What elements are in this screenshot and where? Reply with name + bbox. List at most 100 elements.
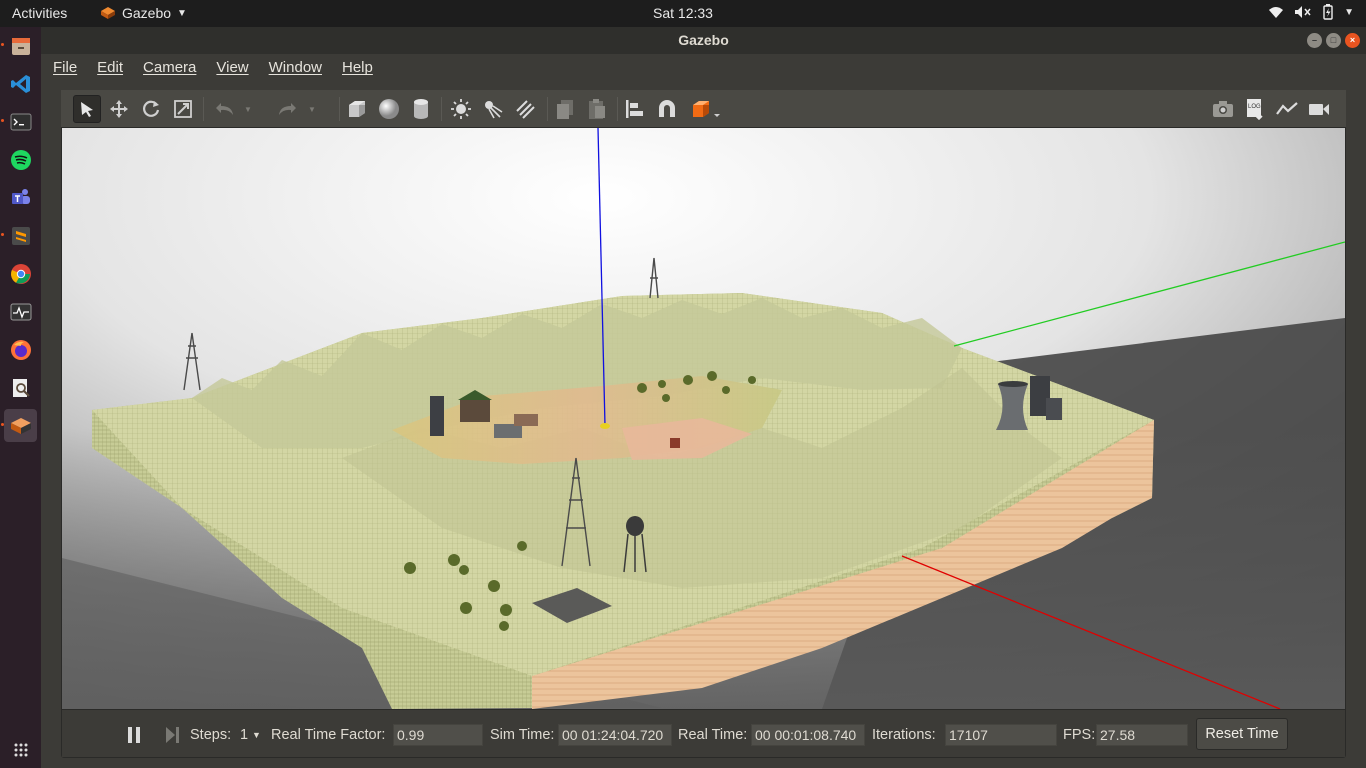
dock-firefox[interactable] bbox=[4, 333, 37, 366]
menu-edit[interactable]: Edit bbox=[97, 54, 135, 82]
toolbar-separator bbox=[441, 97, 442, 121]
point-light-icon bbox=[451, 99, 471, 119]
redo-button[interactable] bbox=[273, 95, 301, 123]
toolbar: ▼ ▼ LOG bbox=[61, 90, 1346, 128]
sublime-text-icon bbox=[11, 226, 30, 245]
paste-button[interactable] bbox=[583, 95, 611, 123]
dock-spotify[interactable] bbox=[4, 143, 37, 176]
terminal-icon bbox=[10, 113, 31, 130]
translate-mode-button[interactable] bbox=[105, 95, 133, 123]
dock-terminal[interactable] bbox=[4, 105, 37, 138]
pause-button[interactable] bbox=[124, 724, 144, 746]
step-button[interactable] bbox=[162, 724, 182, 746]
log-icon: LOG bbox=[1247, 99, 1263, 120]
volume-muted-icon bbox=[1295, 6, 1311, 18]
sphere-icon bbox=[379, 99, 399, 119]
menu-view[interactable]: View bbox=[216, 54, 260, 82]
show-applications-button[interactable] bbox=[4, 733, 37, 766]
app-grid-icon bbox=[14, 743, 27, 756]
step-forward-icon bbox=[166, 727, 179, 743]
sim-time-field[interactable]: 00 01:24:04.720 bbox=[558, 724, 672, 746]
status-bar: Steps: 1 ▼ Real Time Factor: 0.99 Sim Ti… bbox=[62, 709, 1345, 757]
system-tray[interactable]: ▼ bbox=[1268, 4, 1354, 20]
dock-sublime[interactable] bbox=[4, 219, 37, 252]
align-icon bbox=[626, 100, 643, 118]
launcher-dock bbox=[0, 27, 41, 768]
toolbar-separator bbox=[339, 97, 340, 121]
toolbar-separator bbox=[617, 97, 618, 121]
firefox-icon bbox=[10, 339, 31, 360]
dock-chrome[interactable] bbox=[4, 257, 37, 290]
insert-directional-light-button[interactable] bbox=[511, 95, 539, 123]
dock-teams[interactable] bbox=[4, 181, 37, 214]
iterations-field[interactable]: 17107 bbox=[945, 724, 1057, 746]
select-mode-button[interactable] bbox=[73, 95, 101, 123]
vscode-icon bbox=[10, 74, 30, 93]
real-time-field[interactable]: 00 00:01:08.740 bbox=[751, 724, 865, 746]
gazebo-icon bbox=[10, 417, 31, 434]
spotify-icon bbox=[10, 149, 31, 170]
screenshot-button[interactable] bbox=[1209, 95, 1237, 123]
toolbar-separator bbox=[203, 97, 204, 121]
fps-field[interactable]: 27.58 bbox=[1096, 724, 1188, 746]
video-record-button[interactable] bbox=[1305, 95, 1333, 123]
clock[interactable]: Sat 12:33 bbox=[653, 5, 713, 21]
close-button[interactable]: × bbox=[1345, 33, 1360, 48]
insert-cylinder-button[interactable] bbox=[407, 95, 435, 123]
copy-button[interactable] bbox=[551, 95, 579, 123]
scale-mode-button[interactable] bbox=[169, 95, 197, 123]
battery-icon bbox=[1323, 4, 1333, 20]
plot-button[interactable] bbox=[1273, 95, 1301, 123]
chevron-down-icon: ▼ bbox=[177, 7, 187, 19]
menu-file[interactable]: File bbox=[53, 54, 89, 82]
align-button[interactable] bbox=[621, 95, 649, 123]
redo-history-dropdown[interactable]: ▼ bbox=[305, 95, 319, 123]
wifi-icon bbox=[1269, 7, 1284, 18]
activities-button[interactable]: Activities bbox=[12, 5, 67, 21]
undo-button[interactable] bbox=[211, 95, 239, 123]
scene-render bbox=[62, 128, 1345, 709]
fps-label: FPS: bbox=[1063, 727, 1096, 743]
document-viewer-icon bbox=[12, 378, 30, 397]
plot-icon bbox=[1276, 102, 1298, 115]
insert-sphere-button[interactable] bbox=[375, 95, 403, 123]
dock-vscode[interactable] bbox=[4, 67, 37, 100]
minimize-button[interactable]: – bbox=[1307, 33, 1322, 48]
dock-running-indicator bbox=[1, 233, 4, 236]
insert-box-button[interactable] bbox=[343, 95, 371, 123]
scale-icon bbox=[174, 100, 192, 118]
gazebo-app-icon bbox=[101, 7, 115, 19]
rotate-mode-button[interactable] bbox=[137, 95, 165, 123]
chevron-down-icon: ▼ bbox=[308, 104, 316, 114]
chevron-down-icon: ▼ bbox=[252, 730, 261, 740]
snap-button[interactable] bbox=[653, 95, 681, 123]
chrome-icon bbox=[10, 263, 31, 284]
dock-document-viewer[interactable] bbox=[4, 371, 37, 404]
view-angle-button[interactable] bbox=[689, 95, 725, 123]
chevron-down-icon: ▼ bbox=[244, 104, 252, 114]
menu-window[interactable]: Window bbox=[269, 54, 334, 82]
menu-bar: File Edit Camera View Window Help bbox=[41, 54, 1366, 82]
menu-camera[interactable]: Camera bbox=[143, 54, 208, 82]
log-button[interactable]: LOG bbox=[1241, 95, 1269, 123]
window-titlebar[interactable]: Gazebo – □ × bbox=[41, 27, 1366, 54]
reset-time-button[interactable]: Reset Time bbox=[1196, 718, 1288, 750]
dock-running-indicator bbox=[1, 119, 4, 122]
undo-icon bbox=[216, 103, 233, 115]
dock-gazebo[interactable] bbox=[4, 409, 37, 442]
select-arrow-icon bbox=[81, 102, 93, 117]
insert-spot-light-button[interactable] bbox=[479, 95, 507, 123]
real-time-factor-field[interactable]: 0.99 bbox=[393, 724, 483, 746]
menu-help[interactable]: Help bbox=[342, 54, 385, 82]
sim-time-label: Sim Time: bbox=[490, 727, 555, 743]
steps-spinbox[interactable]: 1 ▼ bbox=[238, 725, 264, 747]
app-menu[interactable]: Gazebo ▼ bbox=[100, 5, 187, 21]
app-menu-label: Gazebo bbox=[122, 5, 172, 21]
insert-point-light-button[interactable] bbox=[447, 95, 475, 123]
undo-history-dropdown[interactable]: ▼ bbox=[241, 95, 255, 123]
dock-files[interactable] bbox=[4, 29, 37, 62]
maximize-button[interactable]: □ bbox=[1326, 33, 1341, 48]
dock-system-monitor[interactable] bbox=[4, 295, 37, 328]
rotate-icon bbox=[143, 100, 160, 117]
scene-viewport[interactable] bbox=[62, 128, 1345, 709]
